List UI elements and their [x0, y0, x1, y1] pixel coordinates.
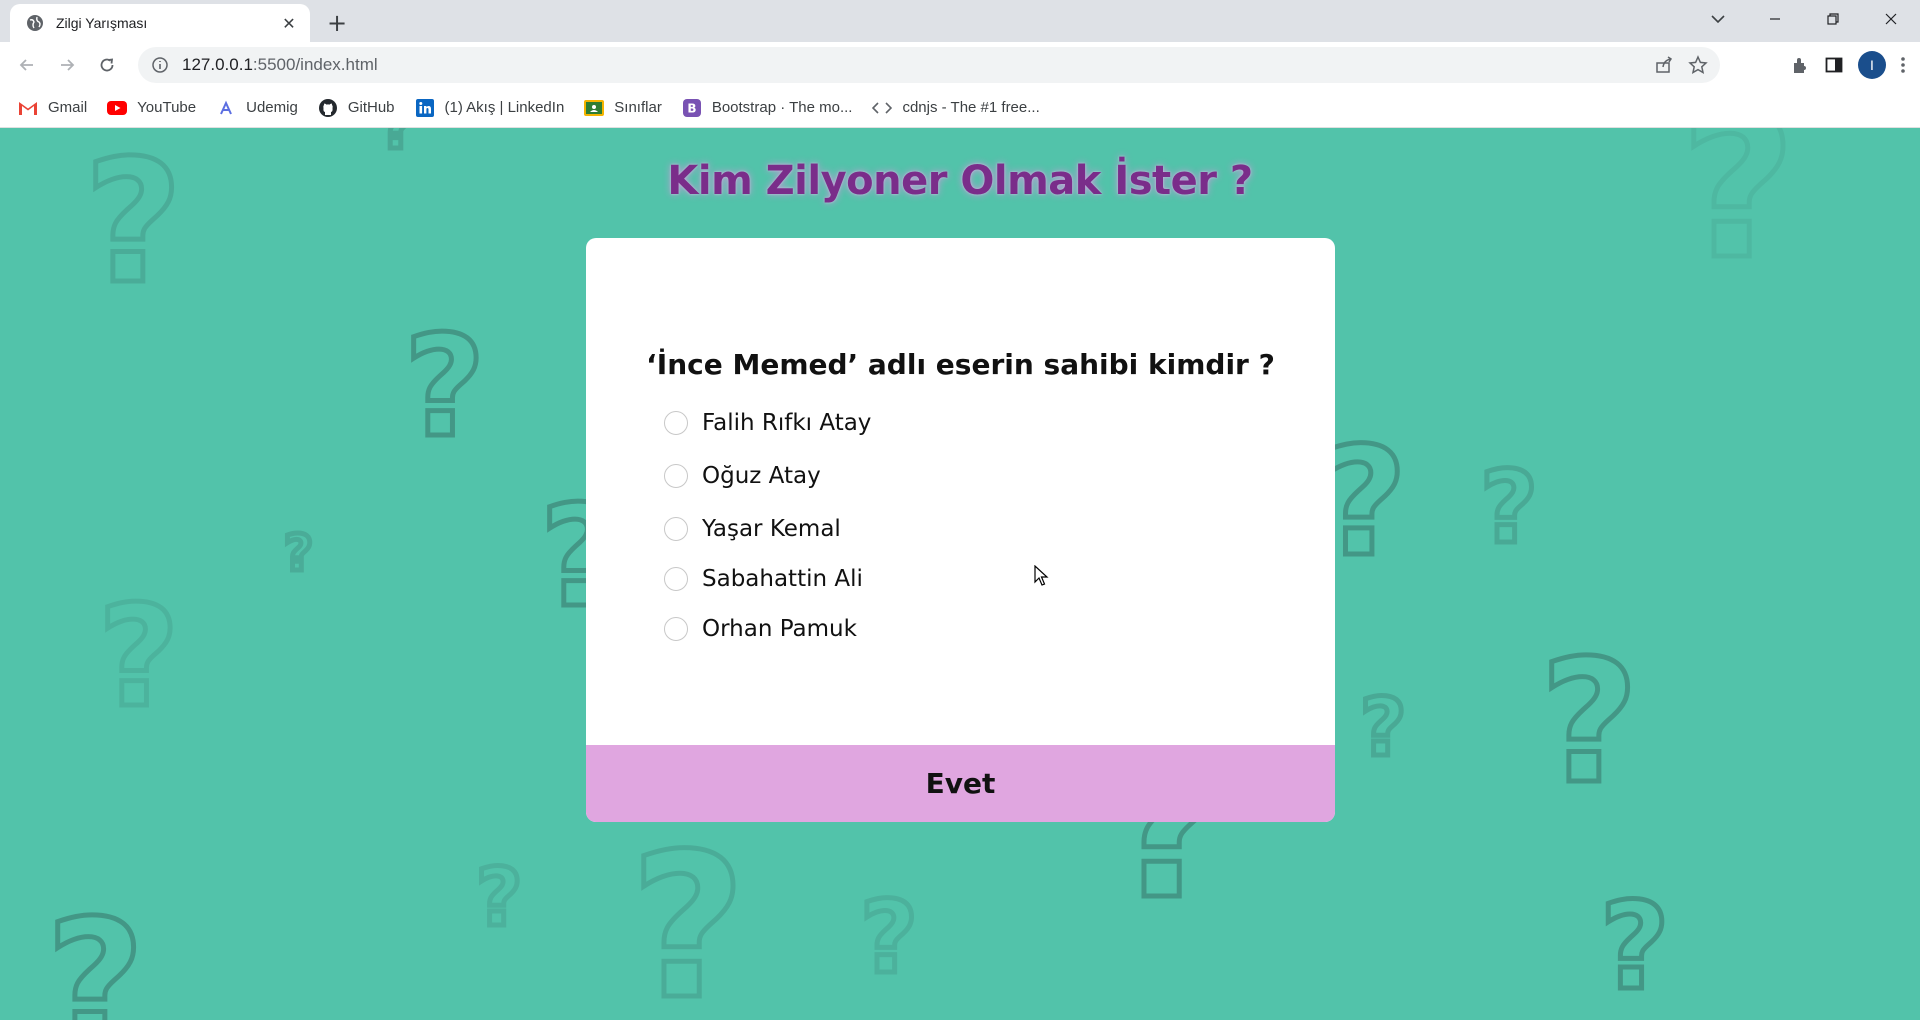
close-icon — [1885, 13, 1897, 25]
bookmark-linkedin[interactable]: (1) Akış | LinkedIn — [415, 98, 565, 118]
background-question-mark-icon: ? — [1538, 624, 1642, 822]
bookmark-label: Bootstrap · The mo... — [711, 99, 853, 116]
globe-icon — [27, 15, 43, 31]
arrow-left-icon — [19, 59, 33, 71]
forward-button[interactable] — [50, 48, 84, 82]
background-question-mark-icon: ? — [473, 851, 524, 944]
new-tab-button[interactable]: + — [322, 8, 352, 38]
answer-option[interactable]: Falih Rıfkı Atay — [664, 410, 871, 436]
radio-button[interactable] — [664, 617, 688, 641]
extensions-icon[interactable] — [1790, 55, 1810, 75]
radio-button[interactable] — [664, 464, 688, 488]
code-icon — [872, 98, 893, 118]
background-question-mark-icon: ? — [95, 576, 181, 739]
minimize-button[interactable] — [1746, 0, 1804, 38]
background-question-mark-icon: ? — [44, 884, 148, 1020]
tab-title: Zilgi Yarışması — [56, 15, 148, 31]
browser-tab[interactable]: Zilgi Yarışması ✕ — [10, 4, 310, 42]
reload-icon — [100, 58, 114, 72]
browser-toolbar: 127.0.0.1:5500/index.html I — [0, 42, 1920, 88]
back-button[interactable] — [10, 48, 44, 82]
bootstrap-icon: B — [682, 98, 702, 118]
option-label: Yaşar Kemal — [702, 516, 841, 542]
bookmarks-bar: Gmail YouTube Udemig GitHub (1) Akış | L… — [0, 88, 1920, 128]
submit-button[interactable]: Evet — [586, 745, 1335, 822]
github-icon — [318, 98, 338, 118]
minimize-icon — [1770, 18, 1780, 20]
reload-button[interactable] — [90, 48, 124, 82]
question-text: ‘İnce Memed’ adlı eserin sahibi kimdir ? — [646, 348, 1275, 381]
tab-close-icon[interactable]: ✕ — [278, 12, 300, 34]
url-host: 127.0.0.1 — [182, 55, 253, 74]
address-bar[interactable]: 127.0.0.1:5500/index.html — [138, 47, 1720, 83]
udemig-icon — [216, 98, 236, 118]
restore-button[interactable] — [1804, 0, 1862, 38]
option-label: Sabahattin Ali — [702, 566, 863, 592]
bookmark-label: YouTube — [137, 99, 197, 116]
background-question-mark-icon: ? — [401, 306, 487, 469]
profile-avatar[interactable]: I — [1858, 51, 1886, 79]
bookmark-star-icon[interactable] — [1688, 55, 1708, 75]
option-label: Orhan Pamuk — [702, 616, 857, 642]
address-bar-actions — [1654, 55, 1708, 75]
svg-text:B: B — [687, 101, 696, 115]
tab-search-button[interactable] — [1700, 6, 1736, 32]
background-question-mark-icon: ? — [1598, 878, 1673, 1017]
page-title: Kim Zilyoner Olmak İster ? — [667, 158, 1253, 204]
answer-option[interactable]: Orhan Pamuk — [664, 616, 857, 642]
bookmark-bootstrap[interactable]: B Bootstrap · The mo... — [682, 98, 853, 118]
share-icon[interactable] — [1654, 55, 1674, 75]
classroom-icon — [584, 98, 605, 118]
radio-button[interactable] — [664, 567, 688, 591]
restore-icon — [1827, 13, 1839, 25]
background-question-mark-icon: ? — [1477, 449, 1540, 566]
answer-option[interactable]: Yaşar Kemal — [664, 516, 841, 542]
quiz-card: ‘İnce Memed’ adlı eserin sahibi kimdir ?… — [586, 238, 1335, 822]
bookmark-label: (1) Akış | LinkedIn — [444, 99, 565, 116]
window-controls — [1746, 0, 1920, 38]
arrow-right-icon — [61, 59, 75, 71]
youtube-icon — [107, 98, 128, 118]
url-text: 127.0.0.1:5500/index.html — [182, 55, 1654, 75]
gmail-icon — [18, 98, 38, 118]
option-label: Falih Rıfkı Atay — [702, 410, 872, 436]
tab-strip: Zilgi Yarışması ✕ + — [0, 0, 1920, 42]
url-path: :5500/index.html — [252, 55, 378, 74]
radio-button[interactable] — [664, 517, 688, 541]
answer-option[interactable]: Oğuz Atay — [664, 463, 821, 489]
bookmark-label: Gmail — [48, 99, 88, 116]
side-panel-icon[interactable] — [1824, 55, 1844, 75]
bookmark-youtube[interactable]: YouTube — [107, 98, 196, 118]
bookmark-gmail[interactable]: Gmail — [18, 98, 87, 118]
background-question-mark-icon: ? — [1677, 128, 1798, 304]
bookmark-cdnjs[interactable]: cdnjs - The #1 free... — [872, 98, 1040, 118]
toolbar-right: I — [1790, 47, 1906, 83]
background-question-mark-icon: ? — [378, 128, 418, 163]
background-question-mark-icon: ? — [857, 879, 920, 996]
bookmark-label: GitHub — [347, 99, 395, 116]
page-viewport: ? ? ? ? ? ? ? ? ? ? ? ? ? ? ? ? ? Kim Zi… — [0, 128, 1920, 1020]
bookmark-github[interactable]: GitHub — [318, 98, 395, 118]
background-question-mark-icon: ? — [627, 811, 748, 1020]
background-question-mark-icon: ? — [281, 524, 315, 582]
bookmark-siniflar[interactable]: Sınıflar — [584, 98, 662, 118]
mouse-cursor-icon — [1034, 565, 1049, 586]
menu-kebab-icon[interactable] — [1900, 55, 1906, 75]
linkedin-icon — [415, 98, 435, 118]
radio-button[interactable] — [664, 411, 688, 435]
bookmark-label: cdnjs - The #1 free... — [902, 99, 1040, 116]
option-label: Oğuz Atay — [702, 463, 821, 489]
bookmark-label: Sınıflar — [614, 99, 662, 116]
bookmark-label: Udemig — [246, 99, 298, 116]
close-window-button[interactable] — [1862, 0, 1920, 38]
chevron-down-icon — [1711, 15, 1725, 24]
site-info-icon[interactable] — [150, 55, 170, 75]
background-question-mark-icon: ? — [1357, 681, 1408, 774]
bookmark-udemig[interactable]: Udemig — [216, 98, 298, 118]
answer-option[interactable]: Sabahattin Ali — [664, 566, 863, 592]
